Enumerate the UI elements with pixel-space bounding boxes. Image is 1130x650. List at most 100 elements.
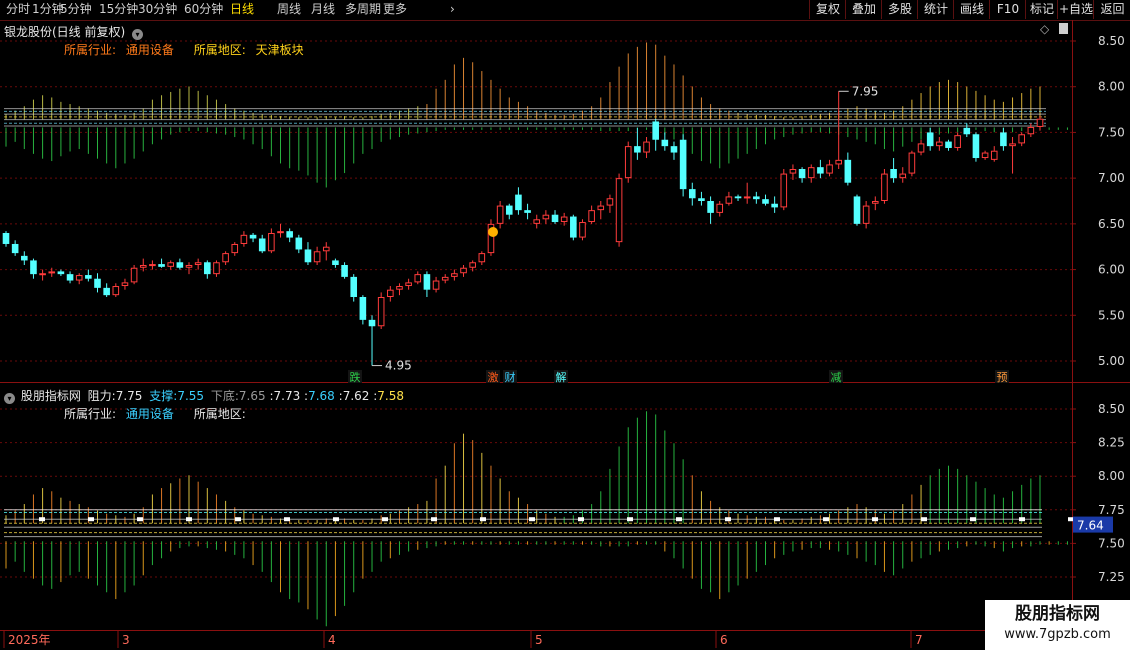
candle-body-6 [57, 271, 65, 275]
candle-body-48 [441, 276, 449, 281]
period-tab-8[interactable]: 月线 [311, 1, 335, 18]
toolbar-button-6[interactable]: 标记 [1025, 0, 1058, 19]
candle-body-50 [460, 267, 467, 274]
level-dot-1 [88, 517, 94, 522]
candle-body-97 [890, 169, 897, 179]
toolbar-button-4[interactable]: 画线 [953, 0, 990, 19]
period-tab-6[interactable]: 日线 [230, 1, 254, 18]
period-toolbar: 分时 1分钟 5分钟 15分钟 30分钟 60分钟 日线 周线 月线 多周期 更多 › 复权 叠加 多股 统计… [0, 0, 1130, 21]
period-tab-2[interactable]: 5分钟 [60, 1, 92, 18]
stock-chart-area[interactable]: 8.50 8.00 7.50 7.00 6.50 6.00 5.50 5.00 7.95 4.95… [0, 20, 1130, 650]
toolbar-button-8[interactable]: 返回 [1093, 0, 1130, 19]
watermark-logo: 股朋指标网 www.7gpzb.com [985, 600, 1130, 650]
candle-body-111 [1018, 134, 1025, 144]
candle-body-1 [11, 243, 19, 254]
candle-body-86 [789, 169, 797, 174]
annotation-label-1: 4.95 [385, 359, 412, 373]
indicator-title[interactable]: 股朋指标网 [21, 389, 81, 403]
candle-body-17 [158, 264, 165, 267]
time-label-1: 3 [122, 633, 130, 647]
candle-body-79 [725, 196, 733, 204]
toolbar-button-3[interactable]: 统计 [917, 0, 954, 19]
candle-body-113 [1036, 118, 1044, 127]
toolbar-button-5[interactable]: F10 [989, 0, 1026, 19]
candle-body-59 [542, 214, 550, 220]
period-tab-10[interactable]: 更多 [383, 1, 407, 18]
stock-title[interactable]: 银龙股份(日线 前复权) [4, 25, 125, 39]
resist-value: 7.75 [115, 389, 143, 403]
current-value-label: 7.64 [1077, 519, 1104, 533]
main-ytick-label-2: 7.50 [1098, 125, 1125, 139]
diamond-icon[interactable]: ◇ [1040, 22, 1049, 36]
time-label-3: 5 [535, 633, 543, 647]
candle-body-29 [268, 233, 275, 252]
candle-body-72 [661, 139, 669, 147]
watermark-url: www.7gpzb.com [1004, 627, 1111, 642]
level-dot-4 [235, 517, 241, 522]
candle-body-25 [231, 243, 239, 254]
candle-body-85 [780, 173, 788, 208]
maximize-icon[interactable] [1059, 23, 1069, 34]
period-tab-7[interactable]: 周线 [277, 1, 301, 18]
candle-body-62 [570, 216, 577, 238]
toolbar-button-1[interactable]: 叠加 [845, 0, 882, 19]
candle-body-4 [39, 273, 46, 276]
main-panel-title-row: 银龙股份(日线 前复权) ▾ [4, 23, 144, 40]
candle-body-39 [359, 297, 367, 320]
period-tab-5[interactable]: 60分钟 [184, 1, 223, 18]
indicator-info-row: 所属行业: 通用设备 所属地区: [64, 405, 246, 422]
candle-body-80 [734, 196, 742, 199]
candle-body-100 [917, 143, 925, 153]
toolbar-button-0[interactable]: 复权 [809, 0, 846, 19]
candle-body-107 [981, 152, 989, 159]
candle-body-76 [698, 198, 705, 201]
candle-body-27 [249, 234, 257, 239]
level-dot-20 [1019, 517, 1025, 522]
toolbar-button-7[interactable]: +自选 [1057, 0, 1094, 19]
candle-body-19 [176, 262, 184, 268]
sub-ytick-label-4: 7.50 [1098, 536, 1125, 550]
candle-body-68 [624, 146, 632, 179]
period-tab-0[interactable]: 分时 [6, 1, 30, 18]
period-tab-3[interactable]: 15分钟 [99, 1, 138, 18]
sub-ytick-label-1: 8.25 [1098, 436, 1125, 450]
candle-body-98 [899, 173, 907, 179]
candle-body-9 [85, 275, 92, 279]
period-tab-1[interactable]: 1分钟 [32, 1, 64, 18]
candle-body-15 [139, 265, 147, 268]
toolbar-button-2[interactable]: 多股 [881, 0, 918, 19]
level-dot-18 [921, 517, 927, 522]
candle-body-28 [258, 238, 266, 252]
time-label-0: 2025年 [8, 633, 51, 647]
dropdown-circle-icon[interactable]: ▾ [132, 29, 144, 40]
period-tab-9[interactable]: 多周期 [345, 1, 381, 18]
candle-body-38 [350, 276, 358, 297]
candle-body-11 [103, 287, 110, 296]
time-label-2: 4 [328, 633, 336, 647]
time-label-4: 6 [720, 633, 728, 647]
more-chevron-icon[interactable]: › [450, 1, 455, 18]
indicator-industry-value: 通用设备 [125, 407, 174, 421]
level-dot-14 [725, 517, 731, 522]
period-tab-4[interactable]: 30分钟 [138, 1, 177, 18]
level-value-2: 7.68 [308, 389, 335, 403]
candle-body-40 [368, 319, 376, 327]
candle-body-70 [643, 141, 650, 153]
dropdown-circle-icon[interactable]: ▾ [4, 393, 15, 404]
candle-body-88 [807, 167, 815, 179]
candle-body-61 [560, 216, 568, 223]
candle-body-89 [817, 167, 824, 174]
candle-body-43 [396, 286, 403, 290]
level-dot-12 [627, 517, 633, 522]
money-badge-icon [488, 227, 498, 237]
candle-body-16 [149, 264, 156, 267]
bottom-value: 7.65 [238, 389, 266, 403]
level-value-4: 7.58 [377, 389, 404, 403]
sub-ytick-label-2: 8.00 [1098, 469, 1125, 483]
candle-body-57 [524, 210, 531, 213]
candle-body-90 [826, 164, 833, 174]
candle-body-45 [414, 274, 422, 283]
industry-label: 所属行业: [64, 43, 117, 57]
candle-body-92 [844, 159, 852, 183]
candle-body-106 [972, 134, 980, 159]
